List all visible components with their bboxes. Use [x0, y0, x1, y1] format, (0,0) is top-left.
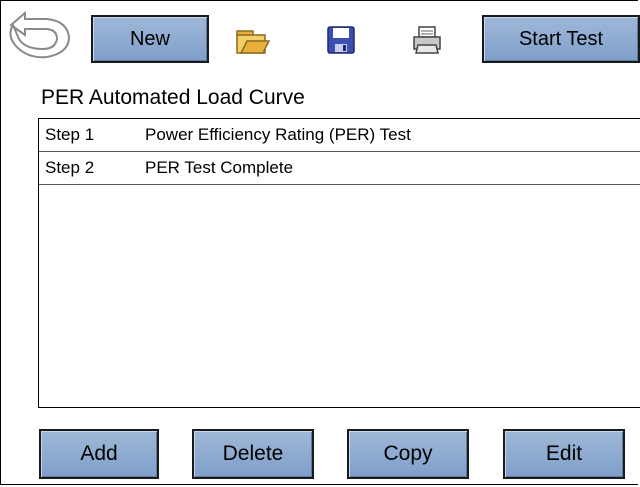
back-arrow-icon	[9, 10, 71, 59]
delete-button[interactable]: Delete	[192, 429, 314, 479]
step-number: Step 1	[45, 125, 95, 144]
add-button[interactable]: Add	[39, 429, 159, 479]
delete-button-label: Delete	[222, 442, 284, 465]
copy-button-label: Copy	[383, 442, 433, 465]
print-button[interactable]	[405, 21, 449, 59]
open-folder-icon	[236, 30, 271, 54]
new-button[interactable]: New	[91, 15, 209, 63]
start-test-button[interactable]: Start Test	[482, 15, 640, 63]
back-button[interactable]	[3, 10, 73, 65]
step-description: Power Efficiency Rating (PER) Test	[145, 125, 411, 144]
new-button-label: New	[129, 27, 170, 50]
add-button-label: Add	[80, 442, 118, 465]
app-window: New Start Test PER Automated Load Curve	[0, 0, 640, 485]
copy-button[interactable]: Copy	[347, 429, 469, 479]
save-disk-icon	[327, 26, 355, 54]
step-description: PER Test Complete	[145, 158, 294, 177]
edit-button-label: Edit	[545, 442, 583, 465]
printer-icon	[413, 26, 441, 54]
page-title: PER Automated Load Curve	[41, 86, 305, 109]
start-test-label: Start Test	[518, 27, 604, 50]
save-button[interactable]	[319, 21, 363, 59]
list-item[interactable]: Step 1 Power Efficiency Rating (PER) Tes…	[39, 119, 640, 152]
list-item[interactable]: Step 2 PER Test Complete	[39, 152, 640, 185]
step-list[interactable]: Step 1 Power Efficiency Rating (PER) Tes…	[38, 118, 640, 408]
open-button[interactable]	[231, 21, 275, 59]
step-number: Step 2	[45, 158, 95, 177]
edit-button[interactable]: Edit	[503, 429, 625, 479]
